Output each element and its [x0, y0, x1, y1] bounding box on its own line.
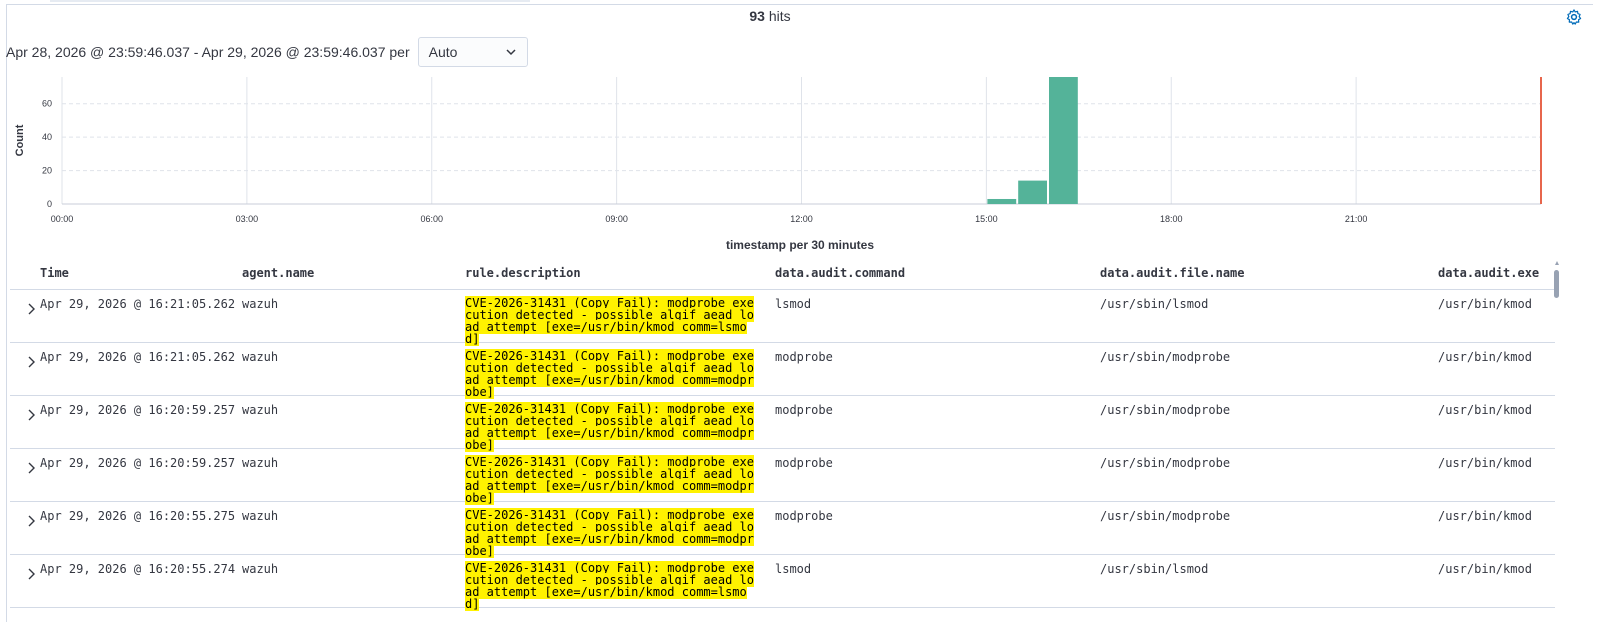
column-header-agent-name[interactable]: agent.name: [242, 266, 314, 280]
cell-audit-file-name: /usr/sbin/lsmod: [1100, 297, 1209, 311]
table-row[interactable]: Apr 29, 2026 @ 16:20:55.275 wazuh CVE-20…: [10, 502, 1555, 558]
cell-audit-exe: /usr/bin/kmod: [1438, 562, 1532, 576]
cell-audit-command: modprobe: [775, 403, 833, 417]
cell-audit-exe: /usr/bin/kmod: [1438, 456, 1532, 470]
y-tick-label: 20: [42, 166, 52, 176]
highlighted-description: CVE-2026-31431 (Copy Fail): modprobe exe…: [465, 349, 754, 399]
x-tick-label: 03:00: [236, 214, 259, 224]
hits-number: 93: [749, 8, 765, 24]
cell-audit-exe: /usr/bin/kmod: [1438, 297, 1532, 311]
x-tick-label: 00:00: [51, 214, 74, 224]
x-axis-title: timestamp per 30 minutes: [725, 238, 875, 252]
cell-audit-command: modprobe: [775, 456, 833, 470]
x-tick-label: 15:00: [975, 214, 998, 224]
chevron-down-icon: [506, 49, 516, 56]
column-header-audit-exe[interactable]: data.audit.exe: [1438, 266, 1539, 280]
table-scrollbar-thumb[interactable]: [1554, 270, 1559, 298]
expand-row-chevron-icon[interactable]: [24, 302, 38, 316]
highlighted-description: CVE-2026-31431 (Copy Fail): modprobe exe…: [465, 455, 754, 505]
cell-rule-description: CVE-2026-31431 (Copy Fail): modprobe exe…: [465, 296, 757, 346]
x-tick-label: 18:00: [1160, 214, 1183, 224]
column-header-rule-description[interactable]: rule.description: [465, 266, 581, 280]
x-tick-label: 12:00: [790, 214, 813, 224]
expand-row-chevron-icon[interactable]: [24, 567, 38, 581]
table-row[interactable]: Apr 29, 2026 @ 16:20:55.274 wazuh CVE-20…: [10, 555, 1555, 611]
cell-time: Apr 29, 2026 @ 16:20:59.257: [40, 403, 236, 417]
expand-row-chevron-icon[interactable]: [24, 514, 38, 528]
cell-time: Apr 29, 2026 @ 16:20:59.257: [40, 456, 236, 470]
expand-row-chevron-icon[interactable]: [24, 408, 38, 422]
y-tick-label: 0: [47, 199, 52, 209]
expand-row-chevron-icon[interactable]: [24, 355, 38, 369]
cell-agent-name[interactable]: wazuh: [242, 297, 278, 311]
cell-agent-name[interactable]: wazuh: [242, 509, 278, 523]
cell-time: Apr 29, 2026 @ 16:21:05.262: [40, 350, 236, 364]
cell-audit-command: modprobe: [775, 509, 833, 523]
cell-audit-command: lsmod: [775, 562, 812, 576]
table-header: Time agent.name rule.description data.au…: [10, 260, 1555, 290]
expand-row-chevron-icon[interactable]: [24, 461, 38, 475]
histogram-bar[interactable]: [1049, 77, 1078, 204]
column-header-audit-file-name[interactable]: data.audit.file.name: [1100, 266, 1245, 280]
gear-icon[interactable]: [1565, 8, 1583, 26]
highlighted-description: CVE-2026-31431 (Copy Fail): modprobe exe…: [465, 296, 754, 346]
documents-table: Time agent.name rule.description data.au…: [10, 260, 1555, 611]
top-bar-edge: [50, 0, 530, 2]
highlighted-description: CVE-2026-31431 (Copy Fail): modprobe exe…: [465, 402, 754, 452]
column-header-audit-command[interactable]: data.audit.command: [775, 266, 905, 280]
cell-audit-file-name: /usr/sbin/modprobe: [1100, 350, 1231, 364]
x-tick-label: 06:00: [420, 214, 443, 224]
cell-rule-description: CVE-2026-31431 (Copy Fail): modprobe exe…: [465, 508, 757, 558]
cell-time: Apr 29, 2026 @ 16:20:55.275: [40, 509, 236, 523]
cell-audit-exe: /usr/bin/kmod: [1438, 509, 1532, 523]
histogram-bar[interactable]: [987, 198, 1017, 204]
table-row[interactable]: Apr 29, 2026 @ 16:20:59.257 wazuh CVE-20…: [10, 449, 1555, 505]
highlighted-description: CVE-2026-31431 (Copy Fail): modprobe exe…: [465, 508, 754, 558]
cell-agent-name[interactable]: wazuh: [242, 403, 278, 417]
histogram-chart: 0 20 40 60 00:00 03:00 06:00 09:00 12:00 15:00 18:…: [14, 77, 1542, 224]
cell-audit-file-name: /usr/sbin/modprobe: [1100, 456, 1231, 470]
cell-audit-file-name: /usr/sbin/modprobe: [1100, 509, 1231, 523]
hits-label: hits: [768, 8, 791, 24]
table-row[interactable]: Apr 29, 2026 @ 16:21:05.262 wazuh CVE-20…: [10, 343, 1555, 399]
highlighted-description: CVE-2026-31431 (Copy Fail): modprobe exe…: [465, 561, 754, 611]
table-row[interactable]: Apr 29, 2026 @ 16:20:59.257 wazuh CVE-20…: [10, 396, 1555, 452]
time-range-label: Apr 28, 2026 @ 23:59:46.037 - Apr 29, 20…: [6, 44, 410, 60]
cell-agent-name[interactable]: wazuh: [242, 562, 278, 576]
time-interval-row: Apr 28, 2026 @ 23:59:46.037 - Apr 29, 20…: [6, 36, 528, 68]
cell-audit-exe: /usr/bin/kmod: [1438, 403, 1532, 417]
cell-audit-file-name: /usr/sbin/lsmod: [1100, 562, 1209, 576]
cell-time: Apr 29, 2026 @ 16:20:55.274: [40, 562, 236, 576]
cell-audit-exe: /usr/bin/kmod: [1438, 350, 1532, 364]
cell-agent-name[interactable]: wazuh: [242, 350, 278, 364]
cell-audit-file-name: /usr/sbin/modprobe: [1100, 403, 1231, 417]
y-tick-label: 40: [42, 132, 52, 142]
hits-count: 93 hits: [0, 8, 1540, 24]
interval-value: Auto: [428, 44, 458, 60]
x-tick-label: 09:00: [605, 214, 628, 224]
cell-rule-description: CVE-2026-31431 (Copy Fail): modprobe exe…: [465, 561, 757, 611]
table-body: Apr 29, 2026 @ 16:21:05.262 wazuh CVE-20…: [10, 290, 1555, 611]
cell-rule-description: CVE-2026-31431 (Copy Fail): modprobe exe…: [465, 402, 757, 452]
y-axis-title: Count: [14, 124, 26, 156]
column-header-time[interactable]: Time: [40, 266, 69, 280]
histogram-bar[interactable]: [1018, 180, 1047, 204]
cell-rule-description: CVE-2026-31431 (Copy Fail): modprobe exe…: [465, 349, 757, 399]
y-tick-label: 60: [42, 99, 52, 109]
cell-audit-command: modprobe: [775, 350, 833, 364]
interval-select[interactable]: Auto: [417, 37, 528, 67]
cell-agent-name[interactable]: wazuh: [242, 456, 278, 470]
scroll-up-arrow-icon[interactable]: [1554, 260, 1560, 266]
table-row[interactable]: Apr 29, 2026 @ 16:21:05.262 wazuh CVE-20…: [10, 290, 1555, 346]
cell-time: Apr 29, 2026 @ 16:21:05.262: [40, 297, 236, 311]
x-tick-label: 21:00: [1345, 214, 1368, 224]
cell-audit-command: lsmod: [775, 297, 812, 311]
cell-rule-description: CVE-2026-31431 (Copy Fail): modprobe exe…: [465, 455, 757, 505]
